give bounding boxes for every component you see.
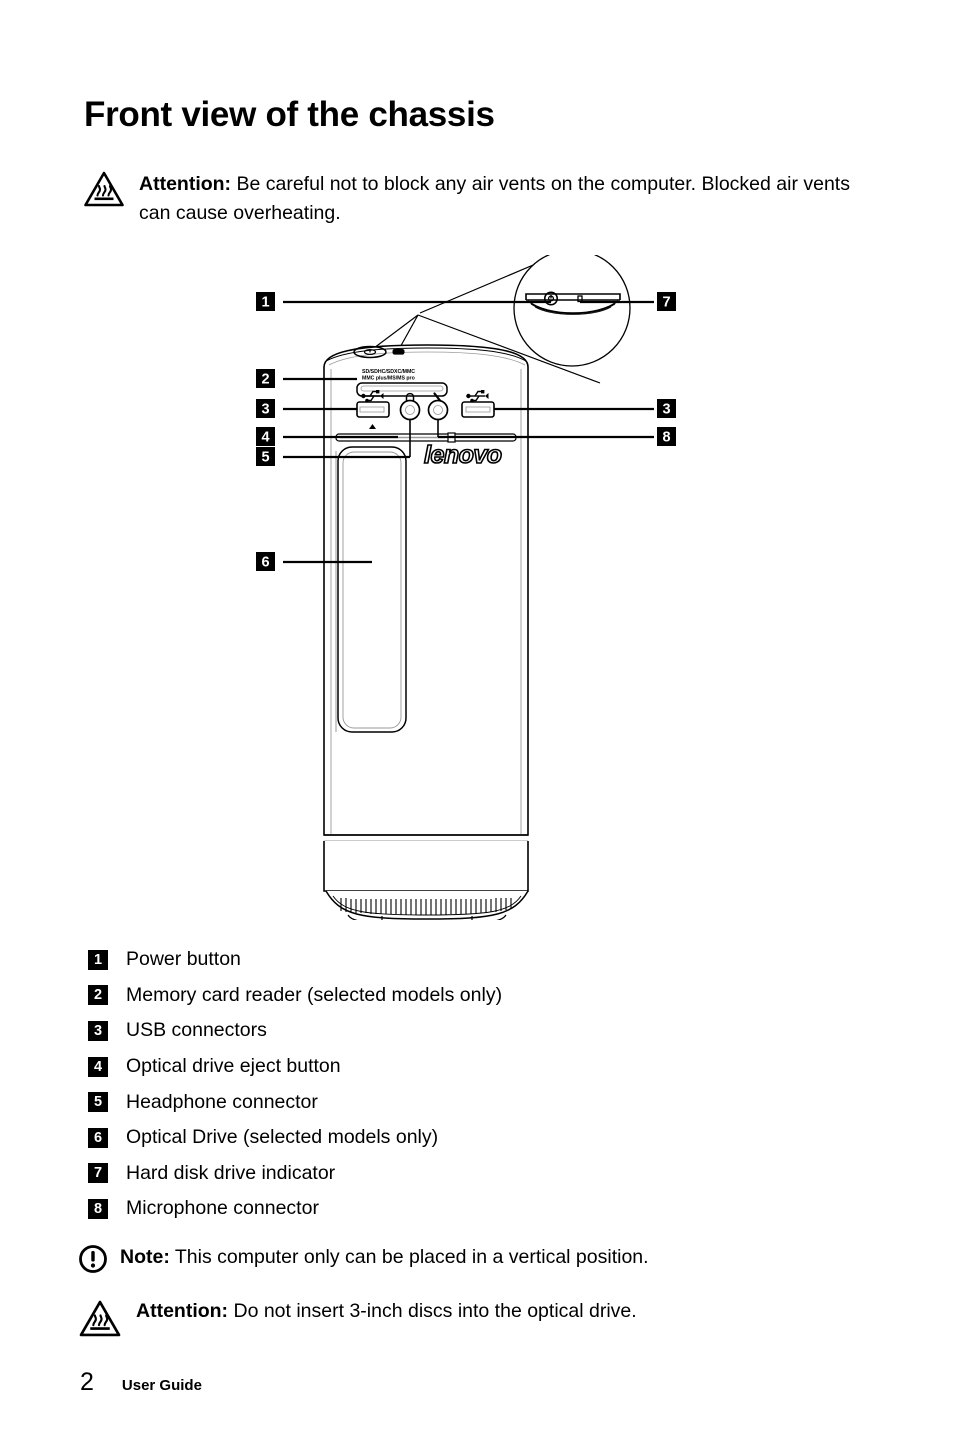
- callout-badge-3-left: 3: [256, 399, 275, 418]
- note-body: This computer only can be placed in a ve…: [169, 1246, 649, 1268]
- note-label: Note:: [120, 1246, 170, 1268]
- footer-document-name: User Guide: [121, 1377, 202, 1394]
- callout-legend-list: 1 Power button 2 Memory card reader (sel…: [88, 942, 788, 1227]
- legend-badge: 3: [88, 1020, 108, 1041]
- callout-badge-5: 5: [256, 447, 275, 466]
- svg-text:5: 5: [261, 450, 269, 466]
- chassis-top-cap: [323, 344, 529, 368]
- svg-text:2: 2: [261, 372, 269, 388]
- attention-label: Attention:: [139, 173, 232, 195]
- svg-text:3: 3: [261, 402, 269, 418]
- note-notice-text: Note: This computer only can be placed i…: [120, 1243, 649, 1272]
- attention-notice-bottom-text: Attention: Do not insert 3-inch discs in…: [136, 1297, 637, 1326]
- list-item: 7 Hard disk drive indicator: [88, 1156, 788, 1192]
- card-reader-label-line1: SD/SDHC/SDXC/MMC: [362, 369, 415, 375]
- callout-badge-8: 8: [657, 427, 676, 446]
- chassis-base-vent: [325, 890, 529, 920]
- list-item: 4 Optical drive eject button: [88, 1049, 788, 1085]
- legend-badge: 6: [88, 1127, 108, 1148]
- legend-label: Microphone connector: [126, 1197, 319, 1220]
- callout-badge-4: 4: [256, 427, 275, 446]
- footer-page-number: 2: [80, 1368, 94, 1396]
- svg-text:6: 6: [261, 555, 269, 571]
- optical-drive-bay: [335, 446, 407, 733]
- svg-text:7: 7: [662, 295, 670, 311]
- legend-label: Optical drive eject button: [126, 1055, 341, 1078]
- callout-badge-3-right: 3: [657, 399, 676, 418]
- attention-body: Do not insert 3-inch discs into the opti…: [228, 1300, 637, 1322]
- lenovo-wordmark: lenovo: [424, 441, 502, 469]
- callout-badge-2: 2: [256, 369, 275, 388]
- page-footer: 2 User Guide: [80, 1368, 202, 1397]
- legend-badge: 5: [88, 1092, 108, 1113]
- legend-label: Hard disk drive indicator: [126, 1161, 336, 1184]
- attention-body: Be careful not to block any air vents on…: [139, 173, 850, 224]
- callout-badge-1: 1: [256, 292, 275, 311]
- list-item: 8 Microphone connector: [88, 1191, 788, 1227]
- lenovo-logo: lenovo: [423, 440, 503, 470]
- attention-notice-top-text: Attention: Be careful not to block any a…: [139, 170, 873, 228]
- magnified-detail-circle: [513, 255, 631, 367]
- legend-label: Memory card reader (selected models only…: [126, 983, 503, 1006]
- svg-text:8: 8: [662, 430, 670, 446]
- legend-badge: 8: [88, 1198, 108, 1219]
- svg-text:4: 4: [261, 430, 269, 446]
- page-title: Front view of the chassis: [84, 95, 495, 134]
- list-item: 2 Memory card reader (selected models on…: [88, 978, 788, 1014]
- exclamation-circle-icon: [78, 1244, 108, 1279]
- legend-label: Power button: [126, 948, 241, 971]
- svg-text:3: 3: [662, 402, 670, 418]
- list-item: 3 USB connectors: [88, 1013, 788, 1049]
- card-reader-label-line2: MMC plus/MS/MS pro: [362, 376, 415, 382]
- hot-surface-warning-icon: [78, 1299, 122, 1343]
- legend-badge: 2: [88, 985, 108, 1006]
- note-notice: Note: This computer only can be placed i…: [78, 1243, 878, 1279]
- legend-badge: 7: [88, 1163, 108, 1184]
- list-item: 1 Power button: [88, 942, 788, 978]
- legend-badge: 4: [88, 1056, 108, 1077]
- list-item: 6 Optical Drive (selected models only): [88, 1120, 788, 1156]
- hot-surface-warning-icon: [83, 170, 125, 213]
- legend-badge: 1: [88, 949, 108, 970]
- legend-label: USB connectors: [126, 1019, 267, 1042]
- attention-label: Attention:: [136, 1300, 229, 1322]
- attention-notice-top: Attention: Be careful not to block any a…: [83, 170, 873, 228]
- callout-badge-7: 7: [657, 292, 676, 311]
- callout-badge-6: 6: [256, 552, 275, 571]
- svg-text:1: 1: [261, 295, 269, 311]
- chassis-front-view-diagram: SD/SDHC/SDXC/MMC MMC plus/MS/MS pro leno…: [0, 255, 954, 920]
- attention-notice-bottom: Attention: Do not insert 3-inch discs in…: [78, 1297, 878, 1343]
- legend-label: Optical Drive (selected models only): [126, 1126, 439, 1149]
- list-item: 5 Headphone connector: [88, 1084, 788, 1120]
- legend-label: Headphone connector: [126, 1090, 318, 1113]
